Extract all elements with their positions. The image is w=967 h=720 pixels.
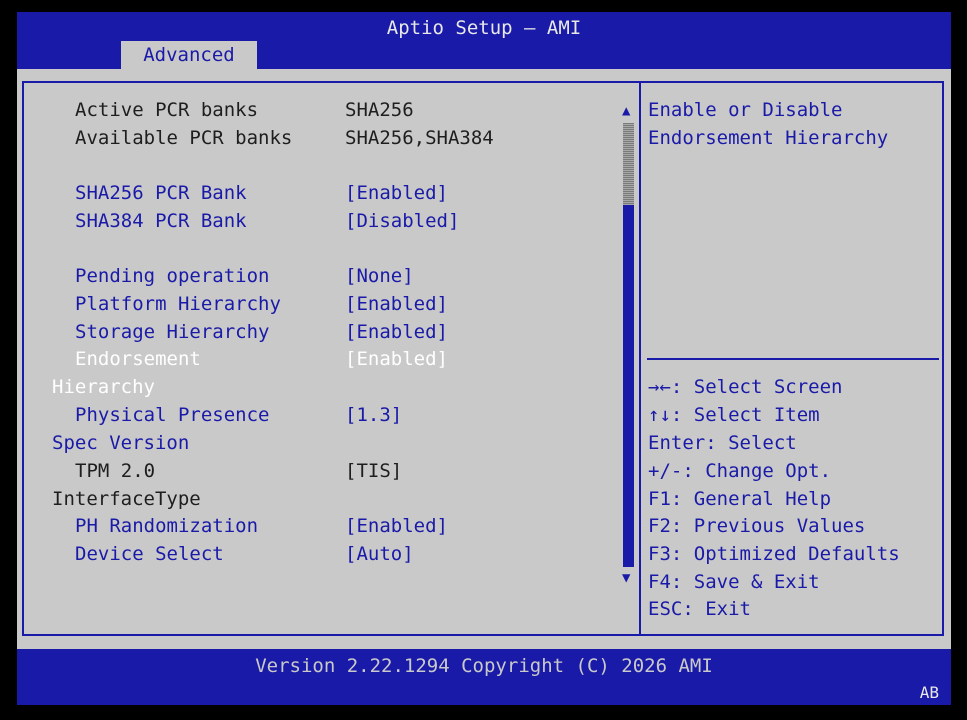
scrollbar-thumb[interactable] xyxy=(623,123,634,205)
key-hint-change-opt: +/-: Change Opt. xyxy=(648,460,832,482)
sha256-pcr-bank-value[interactable]: [Enabled] xyxy=(345,182,448,204)
available-pcr-label: Available PCR banks xyxy=(75,127,293,149)
sha256-pcr-bank-label[interactable]: SHA256 PCR Bank xyxy=(75,182,247,204)
storage-hierarchy-label[interactable]: Storage Hierarchy xyxy=(75,321,269,343)
available-pcr-value: SHA256,SHA384 xyxy=(345,127,494,149)
key-hint-enter: Enter: Select xyxy=(648,432,797,454)
endorsement-hierarchy-label[interactable]: Endorsement xyxy=(75,348,201,370)
bios-screen: Aptio Setup – AMI Advanced Active PCR ba… xyxy=(0,0,967,720)
sha384-pcr-bank-label[interactable]: SHA384 PCR Bank xyxy=(75,210,247,232)
tpm-interface-label: TPM 2.0 xyxy=(75,460,156,482)
active-pcr-label: Active PCR banks xyxy=(75,99,259,121)
endorsement-hierarchy-value[interactable]: [Enabled] xyxy=(345,348,448,370)
key-hint-select-item: ↑↓: Select Item xyxy=(648,404,820,426)
ph-randomization-value[interactable]: [Enabled] xyxy=(345,515,448,537)
scroll-down-icon[interactable]: ▼ xyxy=(622,570,630,586)
device-select-label[interactable]: Device Select xyxy=(75,543,224,565)
tpm-interface-value: [TIS] xyxy=(345,460,403,482)
help-divider xyxy=(647,358,939,360)
device-select-value[interactable]: [Auto] xyxy=(345,543,414,565)
sha384-pcr-bank-value[interactable]: [Disabled] xyxy=(345,210,459,232)
pending-operation-label[interactable]: Pending operation xyxy=(75,265,269,287)
platform-hierarchy-label[interactable]: Platform Hierarchy xyxy=(75,293,281,315)
ph-randomization-label[interactable]: PH Randomization xyxy=(75,515,258,537)
physical-presence-label-wrap[interactable]: Spec Version xyxy=(52,432,189,454)
active-pcr-value: SHA256 xyxy=(345,99,414,121)
header-bar: Aptio Setup – AMI Advanced xyxy=(17,12,951,69)
help-description-line-2: Endorsement Hierarchy xyxy=(648,127,889,149)
physical-presence-value[interactable]: [1.3] xyxy=(345,404,402,426)
footer-bar: Version 2.22.1294 Copyright (C) 2026 AMI… xyxy=(17,649,951,705)
version-text: Version 2.22.1294 Copyright (C) 2026 AMI xyxy=(255,655,713,677)
key-hint-select-screen: →←: Select Screen xyxy=(648,376,843,398)
key-hint-f4: F4: Save & Exit xyxy=(648,571,820,593)
scroll-up-icon[interactable]: ▲ xyxy=(622,103,630,119)
endorsement-hierarchy-label-wrap[interactable]: Hierarchy xyxy=(52,376,155,398)
pending-operation-value[interactable]: [None] xyxy=(345,265,414,287)
key-hint-f2: F2: Previous Values xyxy=(648,515,866,537)
tpm-interface-label-wrap: InterfaceType xyxy=(52,488,201,510)
key-hint-f3: F3: Optimized Defaults xyxy=(648,543,900,565)
corner-badge: AB xyxy=(919,683,939,702)
tab-advanced[interactable]: Advanced xyxy=(121,41,257,69)
window-title: Aptio Setup – AMI xyxy=(386,17,582,39)
key-hint-esc: ESC: Exit xyxy=(648,598,751,620)
help-description-line-1: Enable or Disable xyxy=(648,99,843,121)
key-hint-f1: F1: General Help xyxy=(648,488,832,510)
panel-divider xyxy=(639,81,641,636)
physical-presence-label[interactable]: Physical Presence xyxy=(75,404,269,426)
platform-hierarchy-value[interactable]: [Enabled] xyxy=(345,293,448,315)
storage-hierarchy-value[interactable]: [Enabled] xyxy=(345,321,448,343)
